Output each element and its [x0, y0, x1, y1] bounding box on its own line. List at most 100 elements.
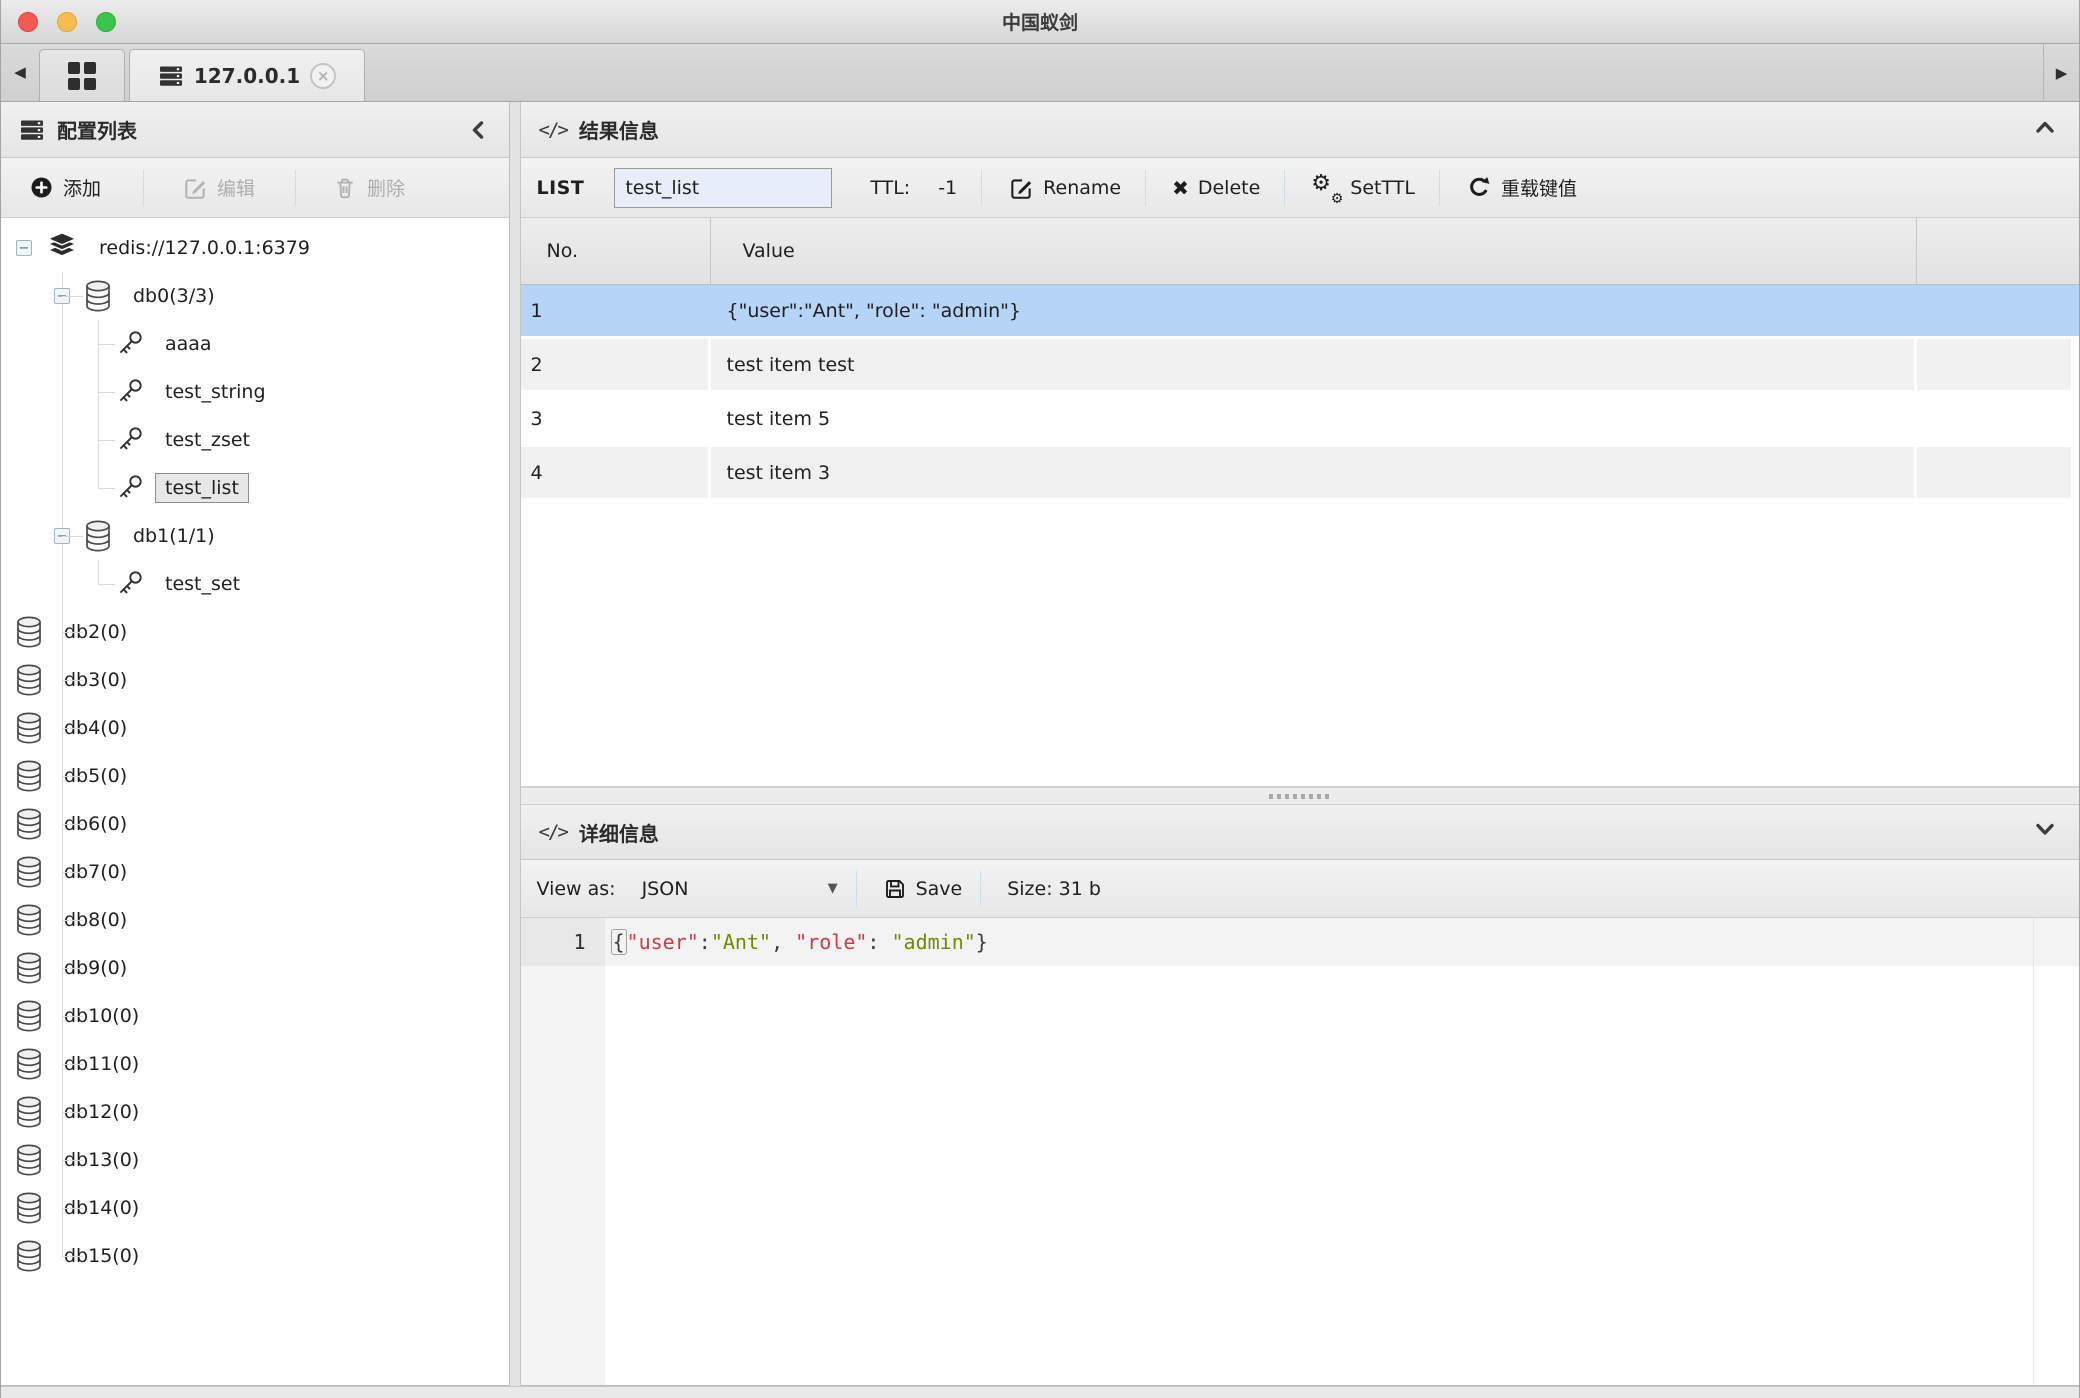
tree-item-label: aaaa [155, 329, 222, 359]
tree-connector-line [62, 824, 83, 825]
tree-item-db9-0-[interactable]: db9(0) [1, 944, 509, 992]
value-editor[interactable]: 1 {"user":"Ant", "role": "admin"} [521, 918, 2080, 1386]
table-body: 1{"user":"Ant", "role": "admin"}2test it… [521, 285, 2080, 501]
table-row-3[interactable]: 3test item 5 [521, 393, 2080, 447]
close-tab-icon[interactable]: × [310, 63, 336, 89]
column-header-no[interactable]: No. [521, 218, 711, 284]
tree-connector-line [62, 728, 83, 729]
result-panel-title: 结果信息 [579, 115, 659, 144]
tree-item-db0-3-3-[interactable]: −db0(3/3) [1, 272, 509, 320]
panel-splitter[interactable] [521, 787, 2080, 805]
tree-item-db7-0-[interactable]: db7(0) [1, 848, 509, 896]
view-as-select[interactable]: JSON ▼ [642, 878, 838, 900]
tree-connector-line [62, 1208, 83, 1209]
window-title: 中国蚁剑 [1, 8, 2079, 35]
collapse-sidebar-button[interactable] [469, 118, 487, 142]
rename-key-label: Rename [1043, 177, 1121, 199]
reload-key-button[interactable]: 重载键值 [1466, 174, 1577, 201]
tree-item-db15-0-[interactable]: db15(0) [1, 1232, 509, 1280]
tree-item-db1-1-1-[interactable]: −db1(1/1) [1, 512, 509, 560]
tree-item-aaaa[interactable]: aaaa [1, 320, 509, 368]
plus-circle-icon [29, 175, 54, 200]
tree-connector-line [62, 872, 83, 873]
drag-handle-icon [1269, 794, 1331, 799]
table-row-2[interactable]: 2test item test [521, 339, 2080, 393]
editor-code-area[interactable]: {"user":"Ant", "role": "admin"} [605, 918, 2080, 1385]
tree-item-db6-0-[interactable]: db6(0) [1, 800, 509, 848]
tree-item-db5-0-[interactable]: db5(0) [1, 752, 509, 800]
collapse-result-panel-button[interactable] [2033, 118, 2057, 136]
key-type-label: LIST [537, 177, 585, 199]
tree-connector-line [62, 1256, 83, 1257]
tree-item-db4-0-[interactable]: db4(0) [1, 704, 509, 752]
sidebar-header: 配置列表 [1, 102, 509, 158]
line-number: 1 [521, 918, 605, 966]
tree-item-redis-127-0-0-1-6379[interactable]: − redis://127.0.0.1:6379 [1, 224, 509, 272]
tab-connection-127-0-0-1[interactable]: 127.0.0.1 × [129, 49, 365, 101]
redis-server-icon [45, 232, 79, 264]
pencil-square-icon [182, 175, 208, 201]
tree-item-test-string[interactable]: test_string [1, 368, 509, 416]
cell-no: 3 [521, 393, 711, 447]
tree-connector-line [62, 1160, 83, 1161]
tree-connector-line [62, 296, 83, 297]
code-token-key: "user" [627, 930, 699, 954]
detail-toolbar: View as: JSON ▼ Save Size: 31 b [521, 860, 2080, 918]
database-icon [14, 808, 44, 840]
rename-key-button[interactable]: Rename [1008, 175, 1121, 201]
save-button[interactable]: Save [883, 877, 963, 901]
tree-item-label: redis://127.0.0.1:6379 [89, 233, 320, 263]
database-icon [14, 1144, 44, 1176]
cell-no: 1 [521, 285, 711, 339]
tree-connector-line [98, 488, 115, 489]
result-toolbar: LIST TTL: -1 Rename ✖ Delete ⚙ [521, 158, 2080, 218]
tree-item-db2-0-[interactable]: db2(0) [1, 608, 509, 656]
tree-connector-line [62, 632, 83, 633]
tree-item-db10-0-[interactable]: db10(0) [1, 992, 509, 1040]
code-token-punct: { [611, 929, 627, 955]
tab-home-grid[interactable] [39, 49, 125, 101]
tree-connector-line [98, 440, 115, 441]
column-header-value[interactable]: Value [711, 218, 1917, 284]
delete-key-button[interactable]: ✖ Delete [1172, 176, 1260, 200]
edit-config-label: 编辑 [217, 174, 255, 201]
tabs-scroll-right-button[interactable]: ▶ [2043, 44, 2079, 102]
table-row-4[interactable]: 4test item 3 [521, 447, 2080, 501]
tree-item-db8-0-[interactable]: db8(0) [1, 896, 509, 944]
edit-config-button[interactable]: 编辑 [182, 174, 255, 201]
table-row-1[interactable]: 1{"user":"Ant", "role": "admin"} [521, 285, 2080, 339]
tree-item-db11-0-[interactable]: db11(0) [1, 1040, 509, 1088]
arrow-left-icon: ◀ [14, 63, 26, 81]
key-name-input[interactable] [614, 168, 832, 208]
tree-item-test-list[interactable]: test_list [1, 464, 509, 512]
tree-item-label: db0(3/3) [123, 281, 225, 311]
tree-item-db12-0-[interactable]: db12(0) [1, 1088, 509, 1136]
tree-item-db13-0-[interactable]: db13(0) [1, 1136, 509, 1184]
reload-key-label: 重载键值 [1501, 174, 1577, 201]
collapse-detail-panel-button[interactable] [2033, 820, 2057, 838]
tabs-scroll-left-button[interactable]: ◀ [1, 43, 39, 101]
database-icon [14, 1192, 44, 1224]
window-bottom-strip [1, 1386, 2079, 1398]
tree-item-test-zset[interactable]: test_zset [1, 416, 509, 464]
key-icon [115, 473, 145, 503]
delete-key-label: Delete [1198, 177, 1260, 199]
toolbar-separator [980, 871, 981, 907]
tree-connector-line [62, 1016, 83, 1017]
set-ttl-button[interactable]: ⚙ ⚙ SetTTL [1311, 173, 1415, 203]
tree-connector-line [98, 344, 115, 345]
tree-item-db3-0-[interactable]: db3(0) [1, 656, 509, 704]
tree-item-test-set[interactable]: test_set [1, 560, 509, 608]
database-icon [14, 1000, 44, 1032]
list-value-table: No. Value 1{"user":"Ant", "role": "admin… [521, 218, 2080, 787]
chevron-left-icon [469, 118, 487, 142]
database-icon [14, 712, 44, 744]
add-config-button[interactable]: 添加 [29, 174, 101, 201]
cell-value: {"user":"Ant", "role": "admin"} [711, 285, 1917, 339]
result-panel-header: </> 结果信息 [521, 102, 2080, 158]
sidebar-splitter[interactable] [509, 102, 521, 1386]
delete-config-button[interactable]: 删除 [332, 174, 405, 201]
tree-item-db14-0-[interactable]: db14(0) [1, 1184, 509, 1232]
collapse-expander-icon[interactable]: − [16, 240, 32, 256]
tree-connector-line [98, 392, 115, 393]
